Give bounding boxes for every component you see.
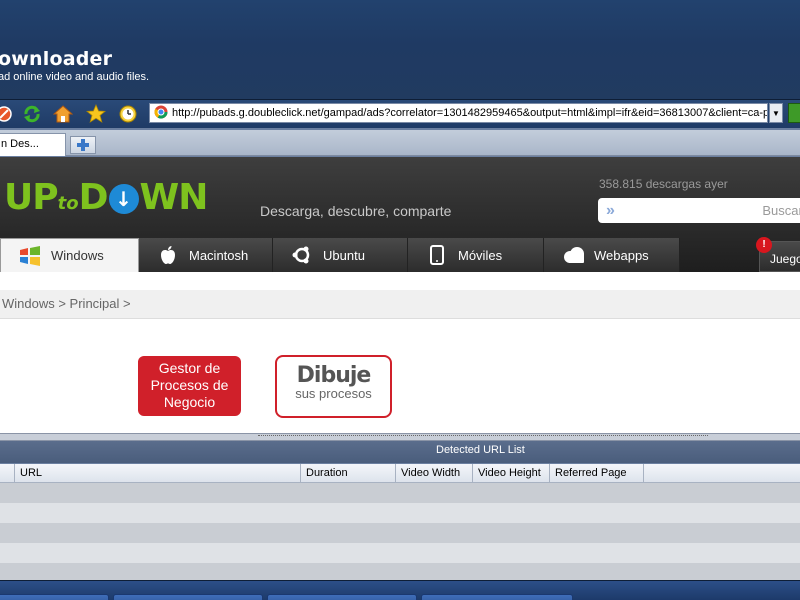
- search-placeholder: Buscar pr: [762, 203, 800, 218]
- tab-strip: n Des...: [0, 130, 800, 156]
- refresh-icon[interactable]: [21, 103, 43, 125]
- taskbar-button[interactable]: [421, 594, 573, 600]
- chrome-icon: [154, 105, 168, 122]
- col-url[interactable]: URL: [14, 464, 300, 483]
- go-button[interactable]: [788, 103, 800, 123]
- nav-webapps[interactable]: Webapps: [544, 238, 680, 272]
- taskbar-button[interactable]: [267, 594, 417, 600]
- uptodown-logo[interactable]: UPtoD ↓ WN: [4, 177, 208, 218]
- detected-list-title: Detected URL List: [436, 444, 525, 456]
- list-item[interactable]: [0, 543, 800, 563]
- url-input[interactable]: http://pubads.g.doubleclick.net/gampad/a…: [149, 103, 768, 123]
- col-empty: [643, 464, 800, 483]
- mobile-icon: [426, 244, 448, 266]
- url-dropdown-button[interactable]: ▼: [769, 103, 783, 123]
- nav-windows[interactable]: Windows: [0, 238, 139, 272]
- site-search-input[interactable]: » Buscar pr: [598, 198, 800, 223]
- apple-icon: [157, 244, 179, 266]
- plus-icon: [77, 139, 89, 151]
- taskbar: [0, 580, 800, 600]
- detected-list-rows: [0, 483, 800, 580]
- taskbar-button[interactable]: [113, 594, 263, 600]
- stop-icon[interactable]: [0, 103, 15, 125]
- site-tagline: Descarga, descubre, comparte: [260, 203, 452, 219]
- pane-splitter[interactable]: [0, 433, 800, 441]
- alert-badge-icon: !: [756, 237, 772, 253]
- page-content: [0, 320, 800, 433]
- col-referred-page[interactable]: Referred Page: [549, 464, 643, 483]
- ad-dibuje-procesos[interactable]: Dibuje sus procesos: [275, 355, 392, 418]
- nav-ubuntu[interactable]: Ubuntu: [273, 238, 408, 272]
- breadcrumb[interactable]: Windows > Principal >: [0, 290, 800, 319]
- favorites-star-icon[interactable]: [85, 103, 107, 125]
- url-text: http://pubads.g.doubleclick.net/gampad/a…: [172, 107, 767, 119]
- list-item[interactable]: [0, 503, 800, 523]
- list-item[interactable]: [0, 523, 800, 543]
- cloud-icon: [562, 244, 584, 266]
- chevron-down-icon: ▼: [772, 108, 780, 118]
- col-video-width[interactable]: Video Width: [395, 464, 472, 483]
- ubuntu-icon: [291, 244, 313, 266]
- new-tab-button[interactable]: [70, 136, 96, 154]
- double-chevron-icon: »: [606, 201, 615, 219]
- detected-list-titlebar: [0, 441, 800, 463]
- ad-gestor-procesos[interactable]: Gestor de Procesos de Negocio: [138, 356, 241, 416]
- downloads-count: 358.815 descargas ayer: [599, 177, 728, 191]
- nav-macintosh[interactable]: Macintosh: [139, 238, 273, 272]
- home-icon[interactable]: [52, 103, 74, 125]
- col-duration[interactable]: Duration: [300, 464, 395, 483]
- nav-moviles[interactable]: Móviles: [408, 238, 544, 272]
- app-title: ownloader: [0, 48, 113, 70]
- list-item[interactable]: [0, 483, 800, 503]
- windows-icon: [19, 245, 41, 267]
- splitter-grip[interactable]: [258, 435, 708, 439]
- col-video-height[interactable]: Video Height: [472, 464, 549, 483]
- tab-active[interactable]: n Des...: [0, 133, 66, 156]
- app-subtitle: ad online video and audio files.: [0, 71, 150, 83]
- app-header: ownloader ad online video and audio file…: [0, 0, 800, 100]
- platform-nav: Windows Macintosh Ubuntu Móviles Webapps: [0, 238, 800, 272]
- download-arrow-icon: ↓: [108, 184, 139, 214]
- history-icon[interactable]: [117, 103, 139, 125]
- taskbar-button[interactable]: [0, 594, 109, 600]
- detected-list-header: URL Duration Video Width Video Height Re…: [0, 464, 800, 483]
- list-item[interactable]: [0, 563, 800, 580]
